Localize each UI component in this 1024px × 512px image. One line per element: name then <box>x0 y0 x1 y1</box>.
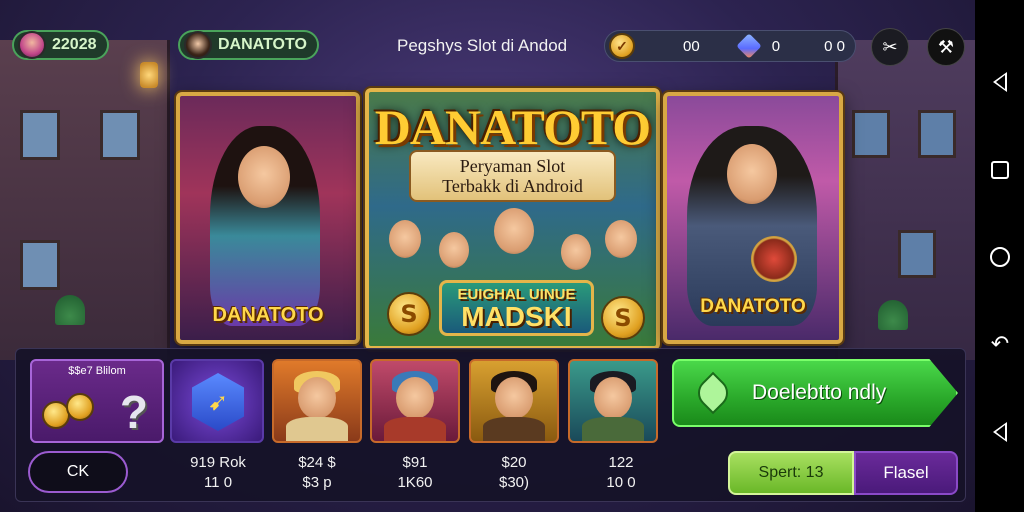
bonus-tile[interactable]: $$e7 Blilom ? <box>30 359 164 443</box>
house-window <box>20 240 60 290</box>
bottom-panel: $$e7 Blilom ? ➹ 919 Rok 11 0 $24 $ $3 p … <box>15 348 966 502</box>
back-button-secondary[interactable] <box>988 420 1012 444</box>
game-tile-dark-hair[interactable] <box>469 359 559 443</box>
character-face <box>396 377 434 419</box>
character-body <box>582 417 644 441</box>
game-value: 122 10 0 <box>576 453 666 493</box>
character-face <box>605 220 637 258</box>
center-logo: DANATOTO <box>374 99 651 155</box>
rotate-icon: ↶ <box>990 331 1010 357</box>
shield-emblem <box>751 236 797 282</box>
player-name: DANATOTO <box>218 36 307 53</box>
player-avatar <box>18 31 46 59</box>
game-value-line2: $3 p <box>302 474 332 491</box>
coin-count: 00 <box>683 37 700 55</box>
game-value-line2: 11 0 <box>203 474 233 491</box>
center-badge-line1: EUIGHAL UINUE <box>457 286 576 303</box>
player-score-pill[interactable]: 22028 <box>12 30 109 60</box>
player-name-pill[interactable]: DANATOTO <box>178 30 319 60</box>
scissors-icon: ✂ <box>882 36 898 58</box>
warrior-face <box>727 144 777 204</box>
house-window <box>852 110 890 158</box>
game-value-line1: 122 <box>608 454 634 471</box>
game-value-line2: $30) <box>498 474 530 491</box>
character-face <box>594 377 632 419</box>
center-subtitle: Peryaman Slot Terbakk di Android <box>409 150 616 202</box>
gem-count: 0 <box>771 37 781 55</box>
game-tile-blonde[interactable] <box>272 359 362 443</box>
home-button[interactable] <box>988 245 1012 269</box>
game-value: $91 1K60 <box>372 453 458 493</box>
profile-avatar <box>184 31 212 59</box>
ok-button[interactable]: CK <box>28 451 128 493</box>
house-window <box>20 110 60 160</box>
right-card-label: DANATOTO <box>700 296 806 317</box>
game-value-line1: $24 $ <box>298 454 336 471</box>
game-value-line1: $91 <box>402 454 428 471</box>
left-card-label: DANATOTO <box>212 304 324 326</box>
potted-plant <box>55 295 85 325</box>
heroine-face <box>238 146 290 208</box>
house-window <box>100 110 140 160</box>
hexagon-bow-icon: ➹ <box>192 373 244 431</box>
page-title: Pegshys Slot di Andod <box>397 36 568 55</box>
recents-button[interactable] <box>988 158 1012 182</box>
character-face <box>389 220 421 258</box>
game-tile-warrior[interactable] <box>568 359 658 443</box>
scissors-button[interactable]: ✂ <box>871 28 909 66</box>
potted-plant <box>878 300 908 330</box>
spin-button[interactable]: Spert: 13 <box>728 451 854 495</box>
banner-card-left[interactable]: DANATOTO <box>176 92 360 344</box>
character-face <box>439 232 469 268</box>
banner-card-center[interactable]: DANATOTO Peryaman Slot Terbakk di Androi… <box>365 88 660 350</box>
game-value: 919 Rok 11 0 <box>176 453 260 493</box>
coin-icon <box>66 393 94 421</box>
game-value: $20 $30) <box>471 453 557 493</box>
gem-icon <box>735 33 762 59</box>
leaf-icon <box>691 371 735 415</box>
wrench-icon: ⚒ <box>937 36 955 58</box>
android-nav-bar: ↶ <box>975 0 1024 512</box>
coin-icon: S <box>387 292 431 336</box>
circle-icon <box>990 247 1010 267</box>
question-mark-icon: ? <box>119 386 148 438</box>
center-badge: EUIGHAL UINUE MADSKI <box>439 280 594 336</box>
game-tile-gem[interactable]: ➹ <box>170 359 264 443</box>
download-cta-button[interactable]: Doelebtto ndly <box>672 359 958 427</box>
game-value-line1: $20 <box>501 454 527 471</box>
character-face <box>494 208 534 254</box>
game-value: $24 $ $3 p <box>274 453 360 493</box>
top-bar: 22028 DANATOTO Pegshys Slot di Andod ✓ 0… <box>0 0 975 90</box>
back-triangle-icon <box>993 422 1007 442</box>
character-face <box>561 234 591 270</box>
cta-label: Doelebtto ndly <box>752 381 887 404</box>
extra-count: 0 0 <box>824 37 845 55</box>
player-score: 22028 <box>52 36 97 53</box>
square-icon <box>991 161 1009 179</box>
game-tile-helmet[interactable] <box>370 359 460 443</box>
character-face <box>495 377 533 419</box>
flasel-button[interactable]: Flasel <box>854 451 958 495</box>
rotate-button[interactable]: ↶ <box>988 331 1012 357</box>
character-body <box>483 417 545 441</box>
wrench-button[interactable]: ⚒ <box>927 28 965 66</box>
game-value-line2: 1K60 <box>397 474 433 491</box>
center-subtitle-line1: Peryaman Slot <box>459 156 566 176</box>
character-face <box>298 377 336 419</box>
back-triangle-icon <box>993 72 1007 92</box>
house-window <box>898 230 936 278</box>
center-subtitle-line2: Terbakk di Android <box>442 176 583 196</box>
coin-icon: S <box>601 296 645 340</box>
banner-card-right[interactable]: DANATOTO <box>663 92 843 344</box>
game-value-line2: 10 0 <box>606 474 636 491</box>
back-button[interactable] <box>988 70 1012 94</box>
character-body <box>286 417 348 441</box>
game-value-line1: 919 Rok <box>190 454 246 471</box>
character-body <box>384 417 446 441</box>
house-window <box>918 110 956 158</box>
coin-icon: ✓ <box>609 33 635 59</box>
bonus-label: $$e7 Blilom <box>68 365 126 377</box>
wallet-bar[interactable]: ✓ 00 0 0 0 <box>604 30 856 62</box>
center-badge-line2: MADSKI <box>461 301 572 332</box>
